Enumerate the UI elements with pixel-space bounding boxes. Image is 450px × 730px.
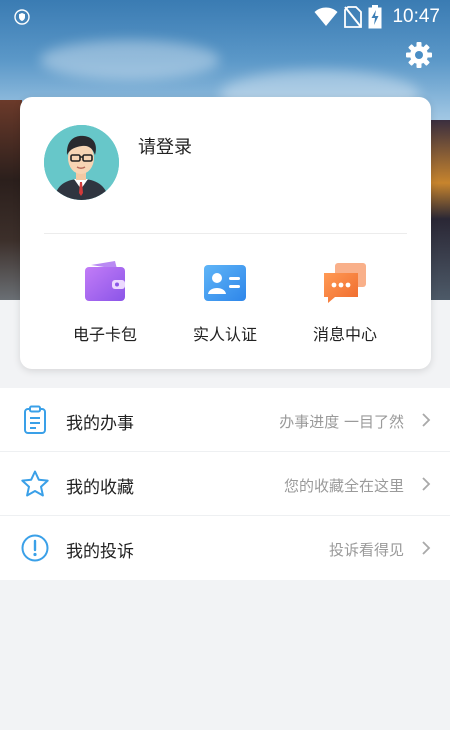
chevron-right-icon bbox=[422, 413, 431, 427]
shortcut-label: 电子卡包 bbox=[72, 325, 137, 344]
status-bar: 10:47 bbox=[0, 0, 450, 34]
chevron-right-icon bbox=[422, 477, 431, 491]
right-shore-scenery bbox=[430, 120, 450, 300]
battery-charging-icon bbox=[368, 5, 382, 29]
menu-item-my-affairs[interactable]: 我的办事 办事进度 一目了然 bbox=[0, 388, 450, 452]
left-shore-scenery bbox=[0, 100, 22, 300]
message-icon bbox=[324, 263, 366, 303]
wifi-icon bbox=[314, 7, 338, 26]
shortcut-label: 消息中心 bbox=[312, 325, 377, 344]
card-divider bbox=[44, 233, 407, 234]
id-card-icon bbox=[204, 265, 246, 301]
clipboard-icon bbox=[24, 405, 46, 434]
status-clock: 10:47 bbox=[392, 6, 440, 27]
login-link[interactable]: 请登录 bbox=[138, 133, 192, 159]
menu-item-hint: 办事进度 一目了然 bbox=[279, 413, 404, 431]
menu-item-label: 我的办事 bbox=[66, 414, 134, 434]
shortcut-id-verify[interactable]: 实人认证 bbox=[165, 259, 285, 349]
menu-item-my-complaints[interactable]: 我的投诉 投诉看得见 bbox=[0, 516, 450, 580]
gear-icon[interactable] bbox=[404, 40, 434, 70]
shortcut-label: 实人认证 bbox=[192, 325, 257, 344]
shortcut-message-center[interactable]: 消息中心 bbox=[285, 259, 405, 349]
menu-item-label: 我的投诉 bbox=[66, 542, 134, 562]
menu-item-hint: 投诉看得见 bbox=[328, 541, 404, 559]
menu-item-label: 我的收藏 bbox=[66, 478, 134, 498]
profile-card: 请登录 电子卡包 实人认证 消息中心 bbox=[20, 97, 431, 369]
alert-circle-icon bbox=[21, 534, 49, 562]
menu-item-hint: 您的收藏全在这里 bbox=[283, 477, 404, 495]
user-avatar-icon[interactable] bbox=[44, 125, 119, 200]
wallet-icon bbox=[85, 261, 125, 301]
shortcut-wallet[interactable]: 电子卡包 bbox=[45, 259, 165, 349]
no-sim-icon bbox=[344, 6, 363, 28]
chevron-right-icon bbox=[422, 541, 431, 555]
menu-item-my-favorites[interactable]: 我的收藏 您的收藏全在这里 bbox=[0, 452, 450, 516]
shield-icon bbox=[14, 9, 30, 25]
status-icons: 10:47 bbox=[314, 4, 440, 30]
menu-list: 我的办事 办事进度 一目了然 我的收藏 您的收藏全在这里 我的投诉 投诉看得见 bbox=[0, 388, 450, 580]
star-icon bbox=[21, 470, 49, 497]
